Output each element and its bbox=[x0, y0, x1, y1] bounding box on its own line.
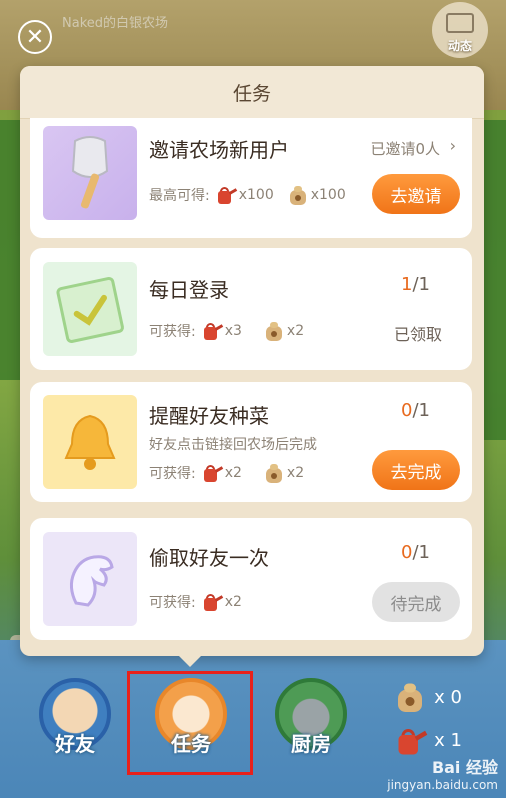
progress-total: /1 bbox=[412, 542, 430, 563]
moments-button[interactable]: 动态 bbox=[432, 2, 488, 58]
watermark-url: jingyan.baidu.com bbox=[387, 778, 498, 792]
watering-can-icon bbox=[200, 321, 223, 341]
task-subtitle: 好友点击链接回农场后完成 bbox=[149, 437, 317, 453]
watermark-brand: Bai 经验 bbox=[431, 758, 498, 777]
task-title: 每日登录 bbox=[149, 278, 229, 302]
task-card-daily-login: 每日登录 1/1 可获得: x3 x2 已领取 bbox=[30, 248, 472, 370]
reward-amount: x2 bbox=[224, 465, 242, 481]
reward-amount: x2 bbox=[224, 594, 242, 610]
reward-label: 最高可得: bbox=[149, 188, 210, 204]
close-button[interactable]: ✕ bbox=[18, 20, 52, 54]
claimed-status: 已领取 bbox=[393, 325, 442, 344]
progress-total: /1 bbox=[412, 400, 430, 421]
watering-can-icon bbox=[200, 592, 223, 612]
progress-current: 0 bbox=[401, 542, 413, 563]
inventory-cans: x 1 bbox=[398, 728, 462, 754]
seed-bag-icon bbox=[264, 462, 284, 484]
task-title: 偷取好友一次 bbox=[149, 546, 269, 570]
invited-count[interactable]: 已邀请0人 bbox=[370, 138, 440, 159]
calendar-check-icon bbox=[43, 262, 137, 356]
reward-row: 最高可得: x100 x100 bbox=[149, 184, 346, 206]
task-card-invite: 邀请农场新用户 已邀请0人 › 最高可得: x100 x100 去邀请 bbox=[30, 118, 472, 238]
reward-amount: x100 bbox=[238, 187, 274, 203]
task-title: 提醒好友种菜 bbox=[149, 404, 269, 428]
complete-button[interactable]: 去完成 bbox=[372, 450, 460, 490]
farm-title: Naked的白银农场 bbox=[62, 16, 169, 31]
reward-row: 可获得: x2 x2 bbox=[149, 462, 304, 484]
inventory-seeds: x 0 bbox=[398, 683, 462, 712]
chevron-right-icon[interactable]: › bbox=[450, 136, 456, 155]
reward-label: 可获得: bbox=[149, 466, 196, 482]
task-progress: 1/1 bbox=[401, 274, 430, 295]
progress-total: /1 bbox=[412, 274, 430, 295]
shovel-icon bbox=[43, 126, 137, 220]
invite-button[interactable]: 去邀请 bbox=[372, 174, 460, 214]
seeds-count: x 0 bbox=[434, 686, 462, 708]
task-panel: 任务 邀请农场新用户 已邀请0人 › 最高可得: x100 x100 去邀请 每… bbox=[20, 66, 484, 656]
cans-count: x 1 bbox=[434, 730, 462, 751]
progress-current: 1 bbox=[401, 274, 413, 295]
progress-current: 0 bbox=[401, 400, 413, 421]
nav-kitchen-label: 厨房 bbox=[291, 732, 331, 756]
reward-row: 可获得: x3 x2 bbox=[149, 320, 304, 342]
reward-label: 可获得: bbox=[149, 595, 196, 611]
seed-bag-icon bbox=[264, 320, 284, 342]
panel-pointer bbox=[178, 655, 202, 667]
reward-amount: x100 bbox=[310, 187, 346, 203]
task-progress: 0/1 bbox=[401, 542, 430, 563]
task-card-remind-friends: 提醒好友种菜 0/1 好友点击链接回农场后完成 可获得: x2 x2 去完成 bbox=[30, 382, 472, 502]
nav-friends[interactable]: 好友 bbox=[30, 678, 120, 757]
task-title: 邀请农场新用户 bbox=[149, 138, 289, 162]
watermark: Bai 经验 jingyan.baidu.com bbox=[387, 754, 498, 792]
watering-can-icon bbox=[200, 463, 223, 483]
reward-amount: x2 bbox=[286, 323, 305, 339]
envelope-icon bbox=[446, 13, 474, 33]
watering-can-icon bbox=[393, 726, 428, 756]
watering-can-icon bbox=[214, 185, 237, 205]
task-card-steal: 偷取好友一次 0/1 可获得: x2 待完成 bbox=[30, 518, 472, 640]
seed-bag-icon bbox=[288, 184, 308, 206]
highlight-box bbox=[127, 671, 253, 775]
reward-row: 可获得: x2 bbox=[149, 592, 242, 612]
nav-friends-label: 好友 bbox=[55, 732, 95, 756]
reward-amount: x3 bbox=[224, 323, 242, 339]
task-progress: 0/1 bbox=[401, 400, 430, 421]
bell-icon bbox=[43, 395, 137, 489]
pending-button[interactable]: 待完成 bbox=[372, 582, 460, 622]
reward-label: 可获得: bbox=[149, 324, 196, 340]
close-icon: ✕ bbox=[25, 24, 45, 50]
moments-label: 动态 bbox=[447, 39, 472, 53]
panel-title: 任务 bbox=[20, 66, 484, 119]
seed-bag-icon bbox=[395, 681, 425, 714]
glove-hand-icon bbox=[43, 532, 137, 626]
reward-amount: x2 bbox=[286, 465, 305, 481]
nav-kitchen[interactable]: 厨房 bbox=[266, 678, 356, 757]
